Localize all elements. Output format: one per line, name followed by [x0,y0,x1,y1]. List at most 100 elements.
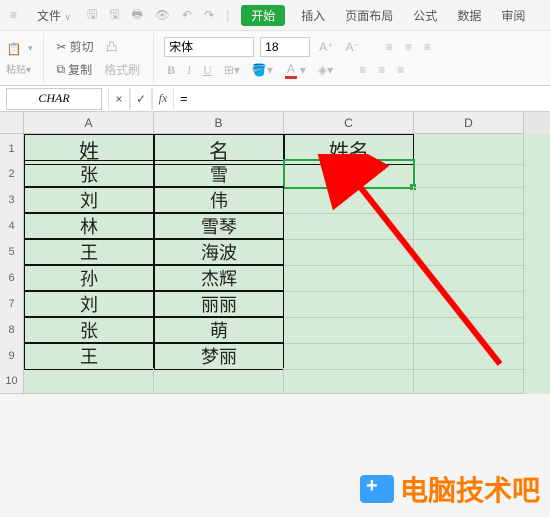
italic-button[interactable]: I [184,62,194,79]
cell-B6[interactable]: 杰辉 [154,264,284,292]
cell-B8[interactable]: 萌 [154,316,284,344]
tab-data[interactable]: 数据 [453,5,485,26]
increase-font-icon[interactable]: A⁺ [316,39,336,55]
font-color-button[interactable]: A▾ [282,61,309,80]
align-top-icon[interactable]: ≡ [383,39,396,55]
cell-A5[interactable]: 王 [24,238,154,266]
copy-button[interactable]: ⧉ 复制 [54,60,96,79]
cell-C7[interactable] [284,290,414,318]
cell-D10[interactable] [414,368,524,394]
table-row: 8张萌 [0,316,550,342]
redo-icon[interactable]: ↷ [204,8,214,22]
cell-D4[interactable] [414,212,524,240]
row-header[interactable]: 4 [0,212,24,240]
grid-rows: 1姓名姓名2张雪=3刘伟4林雪琴5王海波6孙杰辉7刘丽丽8张萌9王梦丽10 [0,134,550,394]
effects-button[interactable]: ◈▾ [315,62,336,78]
row-header[interactable]: 10 [0,368,24,394]
fill-color-button[interactable]: 🪣▾ [249,62,276,78]
format-painter-icon[interactable]: 凸 [103,37,121,56]
cell-D2[interactable] [414,160,524,188]
cell-C9[interactable] [284,342,414,370]
cell-A2[interactable]: 张 [24,160,154,188]
font-size-combo[interactable] [260,37,310,57]
formula-input[interactable] [174,88,550,110]
cell-D9[interactable] [414,342,524,370]
table-row: 5王海波 [0,238,550,264]
cell-B2[interactable]: 雪 [154,160,284,188]
bold-button[interactable]: B [164,62,178,79]
tab-insert[interactable]: 插入 [297,5,329,26]
paste-icon[interactable]: 📋 [6,41,22,57]
cell-D7[interactable] [414,290,524,318]
cell-A9[interactable]: 王 [24,342,154,370]
row-header[interactable]: 6 [0,264,24,292]
cell-B4[interactable]: 雪琴 [154,212,284,240]
print-icon[interactable]: 🖶 [131,5,142,26]
cell-A10[interactable] [24,368,154,394]
confirm-formula-icon[interactable]: ✓ [130,88,152,110]
cell-D5[interactable] [414,238,524,266]
cut-button[interactable]: ✂ 剪切 [54,37,97,56]
tab-formulas[interactable]: 公式 [409,5,441,26]
row-header[interactable]: 9 [0,342,24,370]
cell-B7[interactable]: 丽丽 [154,290,284,318]
paste-group: 📋 ▾ 粘贴▾ [6,33,44,83]
preview-icon[interactable]: 👁 [155,8,170,22]
cell-D6[interactable] [414,264,524,292]
menu-bar: ≡ 文件 ∨ 🖫 🖫 🖶 👁 ↶ ↷ | 开始 插入 页面布局 公式 数据 审阅 [0,0,550,30]
underline-button[interactable]: U [200,62,215,79]
cell-C6[interactable] [284,264,414,292]
cell-A4[interactable]: 林 [24,212,154,240]
saveas-icon[interactable]: 🖫 [109,5,119,26]
name-box[interactable]: CHAR [6,88,102,110]
menu-file[interactable]: 文件 ∨ [33,5,75,26]
fx-icon[interactable]: fx [152,88,174,110]
row-header[interactable]: 8 [0,316,24,344]
row-header[interactable]: 5 [0,238,24,266]
cell-C4[interactable] [284,212,414,240]
cell-C2[interactable]: = [284,160,414,188]
cell-C8[interactable] [284,316,414,344]
align-left-icon[interactable]: ≡ [356,62,369,78]
format-painter-button[interactable]: 格式刷 [101,60,143,79]
cell-D3[interactable] [414,186,524,214]
cell-A3[interactable]: 刘 [24,186,154,214]
cell-C3[interactable] [284,186,414,214]
tab-review[interactable]: 审阅 [497,5,529,26]
cell-C5[interactable] [284,238,414,266]
select-all-corner[interactable] [0,112,24,134]
col-header-c[interactable]: C [284,112,414,134]
align-right-icon[interactable]: ≡ [394,62,407,78]
undo-icon[interactable]: ↶ [182,8,192,22]
font-group: A⁺ A⁻ ≡ ≡ ≡ B I U ⊞▾ 🪣▾ A▾ ◈▾ ≡ ≡ ≡ [164,33,444,83]
align-center-icon[interactable]: ≡ [375,62,388,78]
align-mid-icon[interactable]: ≡ [402,39,415,55]
table-row: 1姓名姓名 [0,134,550,160]
cell-C10[interactable] [284,368,414,394]
hamburger-icon[interactable]: ≡ [6,6,21,24]
row-header[interactable]: 3 [0,186,24,214]
col-header-b[interactable]: B [154,112,284,134]
cell-D8[interactable] [414,316,524,344]
col-header-d[interactable]: D [414,112,524,134]
cancel-formula-icon[interactable]: × [108,88,130,110]
cell-A8[interactable]: 张 [24,316,154,344]
save-icon[interactable]: 🖫 [87,5,97,26]
border-button[interactable]: ⊞▾ [221,62,243,78]
decrease-font-icon[interactable]: A⁻ [342,39,362,55]
col-header-a[interactable]: A [24,112,154,134]
tab-page-layout[interactable]: 页面布局 [341,5,397,26]
table-row: 9王梦丽 [0,342,550,368]
font-name-combo[interactable] [164,37,254,57]
row-header[interactable]: 7 [0,290,24,318]
row-header[interactable]: 2 [0,160,24,188]
cell-B3[interactable]: 伟 [154,186,284,214]
align-bot-icon[interactable]: ≡ [421,39,434,55]
cell-A7[interactable]: 刘 [24,290,154,318]
tab-start[interactable]: 开始 [241,5,285,26]
cell-B9[interactable]: 梦丽 [154,342,284,370]
paste-label: 粘贴▾ [6,61,33,76]
cell-B10[interactable] [154,368,284,394]
cell-A6[interactable]: 孙 [24,264,154,292]
cell-B5[interactable]: 海波 [154,238,284,266]
